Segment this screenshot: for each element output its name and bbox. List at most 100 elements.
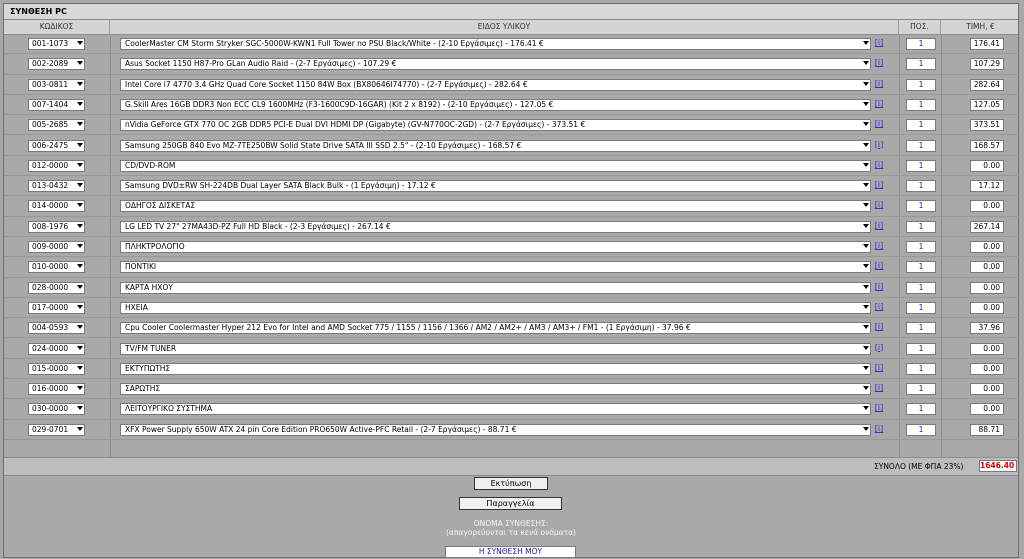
info-icon[interactable]: [i] bbox=[874, 139, 884, 150]
price-value: 176.41 bbox=[970, 38, 1004, 50]
description-select[interactable]: G.Skill Ares 16GB DDR3 Non ECC CL9 1600M… bbox=[120, 98, 871, 111]
info-icon[interactable]: [i] bbox=[874, 402, 884, 413]
code-select[interactable]: 012-0000 bbox=[28, 159, 85, 172]
header-description: ΕΙΔΟΣ ΥΛΙΚΟΥ bbox=[110, 20, 899, 34]
code-select[interactable]: 024-0000 bbox=[28, 342, 85, 355]
info-icon[interactable]: [i] bbox=[874, 199, 884, 210]
description-select[interactable]: nVidia GeForce GTX 770 OC 2GB DDR5 PCI-E… bbox=[120, 119, 871, 132]
description-select[interactable]: LG LED TV 27" 27MA43D-PZ Full HD Black -… bbox=[120, 220, 871, 233]
chevron-down-icon bbox=[77, 284, 83, 289]
code-select[interactable]: 006-2475 bbox=[28, 139, 85, 152]
description-select[interactable]: Asus Socket 1150 H87-Pro GLan Audio Raid… bbox=[120, 58, 871, 71]
info-icon[interactable]: [i] bbox=[874, 382, 884, 393]
code-select[interactable]: 009-0000 bbox=[28, 241, 85, 253]
price-value: 37.96 bbox=[970, 322, 1004, 335]
description-select[interactable]: CoolerMaster CM Storm Stryker SGC-5000W-… bbox=[120, 38, 871, 50]
quantity-input[interactable]: 1 bbox=[906, 301, 936, 314]
info-icon[interactable]: [i] bbox=[874, 98, 884, 109]
code-select[interactable]: 007-1404 bbox=[28, 98, 85, 111]
price-value: 267.14 bbox=[970, 220, 1004, 233]
code-select[interactable]: 017-0000 bbox=[28, 301, 85, 314]
quantity-input[interactable]: 1 bbox=[906, 180, 936, 193]
info-icon[interactable]: [i] bbox=[874, 78, 884, 89]
quantity-input[interactable]: 1 bbox=[906, 362, 936, 375]
composition-name-label: ΟΝΟΜΑ ΣΥΝΘΕΣΗΣ: (απαγορεύονται τα κενά ο… bbox=[404, 519, 618, 537]
quantity-input[interactable]: 1 bbox=[906, 403, 936, 416]
code-select[interactable]: 008-1976 bbox=[28, 220, 85, 233]
table-row: 016-0000 ΣΑΡΩΤΗΣ [i] 1 0.00 bbox=[4, 379, 1020, 400]
quantity-input[interactable]: 1 bbox=[906, 98, 936, 111]
price-value: 107.29 bbox=[970, 58, 1004, 71]
order-button[interactable]: Παραγγελία bbox=[459, 497, 562, 510]
info-icon[interactable]: [i] bbox=[874, 342, 884, 353]
quantity-input[interactable]: 1 bbox=[906, 159, 936, 172]
info-icon[interactable]: [i] bbox=[874, 321, 884, 332]
composition-name-input[interactable]: Η ΣΥΝΘΕΣΗ ΜΟΥ bbox=[445, 546, 576, 558]
info-icon[interactable]: [i] bbox=[874, 37, 884, 48]
quantity-input[interactable]: 1 bbox=[906, 200, 936, 213]
info-icon[interactable]: [i] bbox=[874, 240, 884, 251]
description-value: LG LED TV 27" 27MA43D-PZ Full HD Black -… bbox=[125, 221, 391, 231]
code-select[interactable]: 010-0000 bbox=[28, 261, 85, 274]
code-select[interactable]: 003-0811 bbox=[28, 78, 85, 91]
description-value: Samsung 250GB 840 Evo MZ-7TE250BW Solid … bbox=[125, 140, 522, 150]
code-select[interactable]: 013-0432 bbox=[28, 180, 85, 193]
description-select[interactable]: ΕΚΤΥΠΩΤΗΣ bbox=[120, 362, 871, 375]
description-select[interactable]: CD/DVD-ROM bbox=[120, 159, 871, 172]
info-icon[interactable]: [i] bbox=[874, 159, 884, 170]
chevron-down-icon bbox=[863, 101, 869, 106]
quantity-input[interactable]: 1 bbox=[906, 383, 936, 396]
info-icon[interactable]: [i] bbox=[874, 301, 884, 312]
description-select[interactable]: XFX Power Supply 650W ATX 24 pin Core Ed… bbox=[120, 423, 871, 436]
info-icon[interactable]: [i] bbox=[874, 281, 884, 292]
quantity-input[interactable]: 1 bbox=[906, 139, 936, 152]
info-icon[interactable]: [i] bbox=[874, 179, 884, 190]
description-select[interactable]: ΟΔΗΓΟΣ ΔΙΣΚΕΤΑΣ bbox=[120, 200, 871, 213]
quantity-input[interactable]: 1 bbox=[906, 220, 936, 233]
description-select[interactable]: ΠΛΗΚΤΡΟΛΟΓΙΟ bbox=[120, 241, 871, 253]
code-select[interactable]: 001-1073 bbox=[28, 38, 85, 50]
price-value: 17.12 bbox=[970, 180, 1004, 193]
quantity-input[interactable]: 1 bbox=[906, 342, 936, 355]
description-select[interactable]: Cpu Cooler Coolermaster Hyper 212 Evo fo… bbox=[120, 322, 871, 335]
code-select[interactable]: 015-0000 bbox=[28, 362, 85, 375]
quantity-input[interactable]: 1 bbox=[906, 322, 936, 335]
code-select[interactable]: 005-2685 bbox=[28, 119, 85, 132]
quantity-input[interactable]: 1 bbox=[906, 261, 936, 274]
description-select[interactable]: ΣΑΡΩΤΗΣ bbox=[120, 383, 871, 396]
info-icon[interactable]: [i] bbox=[874, 260, 884, 271]
info-icon[interactable]: [i] bbox=[874, 220, 884, 231]
description-select[interactable]: ΛΕΙΤΟΥΡΓΙΚΟ ΣΥΣΤΗΜΑ bbox=[120, 403, 871, 416]
code-select[interactable]: 028-0000 bbox=[28, 281, 85, 294]
description-select[interactable]: ΗΧΕΙΑ bbox=[120, 301, 871, 314]
description-select[interactable]: Samsung DVD±RW SH-224DB Dual Layer SATA … bbox=[120, 180, 871, 193]
info-icon[interactable]: [i] bbox=[874, 362, 884, 373]
description-select[interactable]: ΠΟΝΤΙΚΙ bbox=[120, 261, 871, 274]
code-select[interactable]: 014-0000 bbox=[28, 200, 85, 213]
info-icon[interactable]: [i] bbox=[874, 423, 884, 434]
info-icon[interactable]: [i] bbox=[874, 57, 884, 68]
description-select[interactable]: Samsung 250GB 840 Evo MZ-7TE250BW Solid … bbox=[120, 139, 871, 152]
info-icon[interactable]: [i] bbox=[874, 118, 884, 129]
code-select[interactable]: 030-0000 bbox=[28, 403, 85, 416]
code-select[interactable]: 016-0000 bbox=[28, 383, 85, 396]
print-button[interactable]: Εκτύπωση bbox=[474, 477, 548, 490]
code-value: 017-0000 bbox=[32, 302, 69, 312]
description-select[interactable]: Intel Core i7 4770 3.4 GHz Quad Core Soc… bbox=[120, 78, 871, 91]
description-value: CD/DVD-ROM bbox=[125, 160, 176, 170]
code-select[interactable]: 004-0593 bbox=[28, 322, 85, 335]
quantity-input[interactable]: 1 bbox=[906, 38, 936, 50]
code-select[interactable]: 029-0701 bbox=[28, 423, 85, 436]
code-value: 007-1404 bbox=[32, 99, 69, 109]
quantity-input[interactable]: 1 bbox=[906, 241, 936, 253]
description-select[interactable]: ΚΑΡΤΑ ΗΧΟΥ bbox=[120, 281, 871, 294]
quantity-input[interactable]: 1 bbox=[906, 78, 936, 91]
quantity-input[interactable]: 1 bbox=[906, 423, 936, 436]
quantity-input[interactable]: 1 bbox=[906, 281, 936, 294]
quantity-input[interactable]: 1 bbox=[906, 58, 936, 71]
description-select[interactable]: TV/FM TUNER bbox=[120, 342, 871, 355]
chevron-down-icon bbox=[77, 345, 83, 350]
quantity-input[interactable]: 1 bbox=[906, 119, 936, 132]
price-value: 0.00 bbox=[970, 281, 1004, 294]
code-select[interactable]: 002-2089 bbox=[28, 58, 85, 71]
